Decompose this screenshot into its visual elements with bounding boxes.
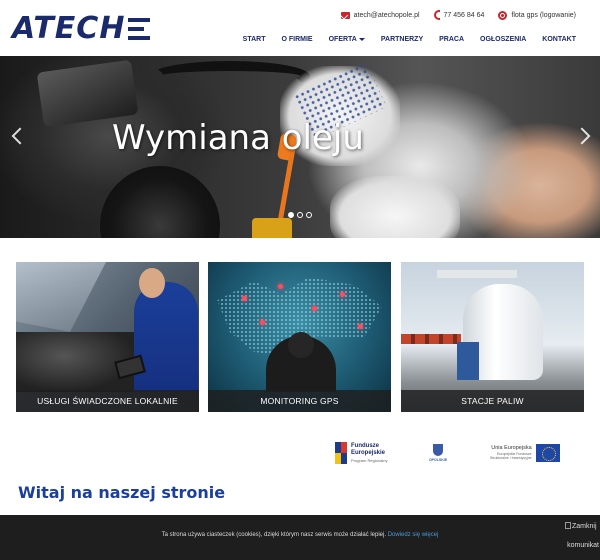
email-text: atech@atechopole.pl <box>353 11 420 19</box>
main-nav: START O FIRMIE OFERTA PARTNERZY PRACA OG… <box>243 36 576 43</box>
mechanic-image <box>134 282 198 392</box>
gps-login-text: flota gps (logowanie) <box>511 11 576 19</box>
cookie-more-link[interactable]: Dowiedz się więcej <box>388 532 439 538</box>
nav-oferta[interactable]: OFERTA <box>329 36 365 43</box>
cookie-close-button[interactable]: Zamknij komunikat <box>565 522 599 556</box>
cookie-text: Ta strona używa ciasteczek (cookies), dz… <box>161 532 387 538</box>
person-head-image <box>288 332 314 358</box>
cookie-message: Ta strona używa ciasteczek (cookies), dz… <box>0 532 600 538</box>
envelope-icon <box>340 11 350 19</box>
slider-dot-3[interactable] <box>306 212 312 218</box>
broken-image-icon <box>565 522 571 529</box>
station-canopy-image <box>437 270 517 278</box>
oil-cap-image <box>252 218 292 238</box>
gps-login-link[interactable]: flota gps (logowanie) <box>498 10 576 20</box>
nav-oferta-label: OFERTA <box>328 36 357 43</box>
fe-line3: Program Regionalny <box>351 457 388 463</box>
chevron-left-icon[interactable] <box>10 126 24 146</box>
map-pin-icon <box>312 306 317 311</box>
nav-praca[interactable]: PRACA <box>439 36 464 43</box>
fuel-pump-image <box>457 342 479 380</box>
email-link[interactable]: atech@atechopole.pl <box>340 11 420 19</box>
fundusze-europejskie-logo: Fundusze Europejskie Program Regionalny <box>335 442 387 464</box>
fe-mark-icon <box>335 442 347 464</box>
service-tiles: USŁUGI ŚWIADCZONE LOKALNIE MONITORING GP… <box>16 262 584 412</box>
engine-part-image <box>100 166 220 238</box>
site-header: ATECH atech@atechopole.pl 77 456 84 64 f… <box>0 0 600 56</box>
phone-icon <box>433 10 440 20</box>
car-hood-image <box>16 262 106 332</box>
slider-dot-2[interactable] <box>297 212 303 218</box>
logo-mark-icon <box>128 18 151 40</box>
nav-ogloszenia[interactable]: OGŁOSZENIA <box>480 36 526 43</box>
phone-text: 77 456 84 64 <box>443 11 485 19</box>
cookie-close-line1: Zamknij <box>572 523 597 530</box>
map-pin-icon <box>358 324 363 329</box>
mechanic-head-image <box>139 268 165 298</box>
logo-text: ATECH <box>12 11 126 46</box>
nav-partnerzy[interactable]: PARTNERZY <box>381 36 423 43</box>
phone-link[interactable]: 77 456 84 64 <box>433 10 485 20</box>
tile-caption: STACJE PALIW <box>401 390 584 412</box>
tile-caption: USŁUGI ŚWIADCZONE LOKALNIE <box>16 390 199 412</box>
target-icon <box>498 10 508 20</box>
eu-funding-logos: Fundusze Europejskie Program Regionalny … <box>0 440 600 470</box>
tile-local-services[interactable]: USŁUGI ŚWIADCZONE LOKALNIE <box>16 262 199 412</box>
fe-line2: Europejskie <box>351 449 386 456</box>
tile-fuel-stations[interactable]: STACJE PALIW <box>401 262 584 412</box>
unia-europejska-logo: Unia Europejska Europejskie Fundusze Str… <box>490 444 560 462</box>
map-pin-icon <box>242 296 247 301</box>
cookie-bar: Ta strona używa ciasteczek (cookies), dz… <box>0 515 600 560</box>
caret-down-icon <box>358 37 365 41</box>
welcome-heading: Witaj na naszej stronie <box>18 483 226 502</box>
tile-gps-monitoring[interactable]: MONITORING GPS <box>208 262 391 412</box>
logo[interactable]: ATECH <box>12 11 151 46</box>
map-pin-icon <box>278 284 283 289</box>
map-pin-icon <box>340 292 345 297</box>
map-pin-icon <box>260 320 265 325</box>
hero-title: Wymiana oleju <box>112 118 364 158</box>
fe-line1: Fundusze <box>351 442 379 449</box>
glove-image-lower <box>330 176 460 238</box>
slider-pagination <box>288 212 312 218</box>
ue-line3: Strukturalne i Inwestycyjne <box>490 456 532 461</box>
trucks-image <box>401 334 461 344</box>
cookie-close-line2: komunikat <box>567 542 599 549</box>
opolskie-label: OPOLSKIE <box>428 458 448 462</box>
top-info-bar: atech@atechopole.pl 77 456 84 64 flota g… <box>340 10 576 20</box>
hero-slider: Wymiana oleju <box>0 56 600 238</box>
chevron-right-icon[interactable] <box>576 126 590 146</box>
opolskie-logo: OPOLSKIE <box>424 444 452 466</box>
crest-icon <box>433 444 443 456</box>
nav-kontakt[interactable]: KONTAKT <box>542 36 576 43</box>
eu-flag-icon <box>535 444 560 462</box>
slider-dot-1[interactable] <box>288 212 294 218</box>
tile-caption: MONITORING GPS <box>208 390 391 412</box>
nav-start[interactable]: START <box>243 36 266 43</box>
nav-o-firmie[interactable]: O FIRMIE <box>281 36 312 43</box>
